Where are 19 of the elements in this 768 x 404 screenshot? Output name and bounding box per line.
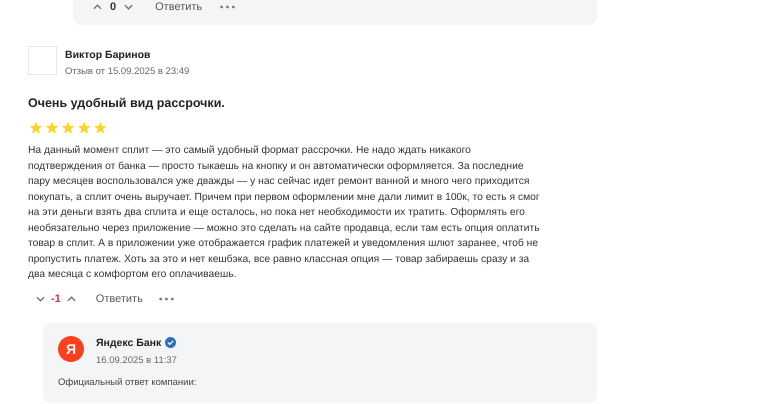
reply-date: 16.09.2025 в 11:37 <box>96 354 177 366</box>
vote-score: 0 <box>110 1 116 13</box>
reply-link[interactable]: Ответить <box>96 292 143 304</box>
review-date: Отзыв от 15.09.2025 в 23:49 <box>65 66 190 77</box>
reply-label: Официальный ответ компании: <box>58 376 198 388</box>
company-logo: Я <box>58 336 84 362</box>
vote-score: -1 <box>51 292 61 304</box>
more-icon[interactable] <box>158 296 174 300</box>
chevron-up-icon[interactable] <box>93 4 102 10</box>
company-name: Яндекс Банк <box>96 336 162 348</box>
chevron-up-icon[interactable] <box>66 296 76 302</box>
review-text: На данный момент сплит — это самый удобный формат рассрочки. Не надо ждать никакого подтверждения от банка — просто тыкаешь на кнопку и он автоматически оформляется. За последние пару месяцев воспользовался уже дважды — у нас сейчас идет ремонт ванной и много чего приходится покупать, а сплит очень выручает. Причем при первом оформлении мне дали лимит в 100к, то есть я смог на эти деньги взять два сплита и еще осталось, но пока нет необходимости их тратить. Оформлять его необязательно через приложение — можно это сделать на сайте продавца, если там есть опция оплатить товар в сплит. А в приложении уже отображается график платежей и уведомления шлют заранее, чтоб не пропустить платеж. Хоть за это и нет кешбэка, все равно классная опция — товар забираешь сразу и за два месяца с комфортом его оплачиваешь. <box>28 144 540 282</box>
reply-link[interactable]: Ответить <box>155 1 202 13</box>
more-icon[interactable] <box>220 5 236 9</box>
chevron-down-icon[interactable] <box>36 296 45 302</box>
author-name: Виктор Баринов <box>65 49 152 61</box>
avatar <box>28 46 57 75</box>
chevron-down-icon[interactable] <box>124 4 134 10</box>
review-title: Очень удобный вид рассрочки. <box>28 96 226 110</box>
